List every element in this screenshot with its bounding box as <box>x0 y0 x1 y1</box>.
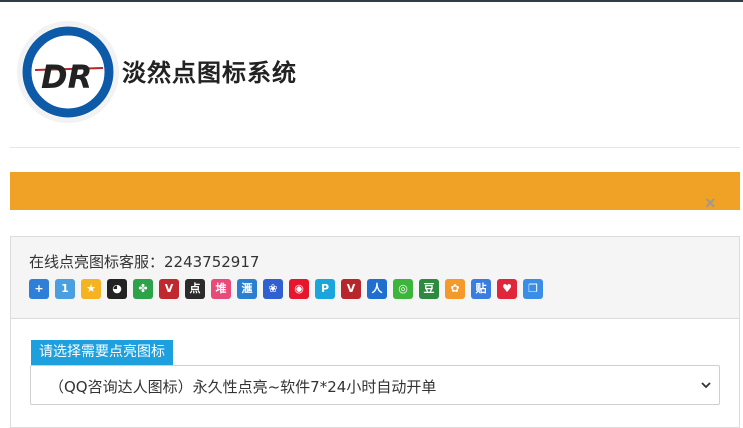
site-logo[interactable]: DR <box>16 20 120 124</box>
red-v2-icon[interactable]: V <box>341 279 361 299</box>
select-value: （QQ咨询达人图标）永久性点亮~软件7*24小时自动开单 <box>49 378 437 396</box>
p-icon[interactable]: P <box>315 279 335 299</box>
logo-text-d: DR <box>41 58 92 96</box>
weibo-icon[interactable]: ◉ <box>289 279 309 299</box>
notice-banner <box>10 172 740 210</box>
qq-vip-star-icon[interactable]: ★ <box>81 279 101 299</box>
select-label: 请选择需要点亮图标 <box>31 340 173 365</box>
baidu-paw-icon[interactable]: ❀ <box>263 279 283 299</box>
panel-header: 在线点亮图标客服：2243752917 +1 ★ ◕ ✤ V 点堆滙 ❀ ◉ P V 人 ◎ 豆 ✿ 贴 ♥ ❐ <box>11 237 739 319</box>
tieba-icon[interactable]: 贴 <box>471 279 491 299</box>
douban-icon[interactable]: 豆 <box>419 279 439 299</box>
qq-member-icon[interactable]: + <box>29 279 49 299</box>
customer-service-text: 在线点亮图标客服：2243752917 <box>29 253 260 271</box>
qq-level-icon[interactable]: 1 <box>55 279 75 299</box>
wechat-icon[interactable]: ◎ <box>393 279 413 299</box>
dian-icon[interactable]: 点 <box>185 279 205 299</box>
site-header: DR 淡然点图标系统 <box>10 2 740 148</box>
chevron-down-icon <box>701 382 711 389</box>
copy-icon[interactable]: ❐ <box>523 279 543 299</box>
banner-close-button[interactable]: × <box>705 194 716 212</box>
dui-icon[interactable]: 堆 <box>211 279 231 299</box>
order-panel: 在线点亮图标客服：2243752917 +1 ★ ◕ ✤ V 点堆滙 ❀ ◉ P V 人 ◎ 豆 ✿ 贴 ♥ ❐… <box>10 236 740 428</box>
red-v-icon[interactable]: V <box>159 279 179 299</box>
hui-icon[interactable]: 滙 <box>237 279 257 299</box>
ren-icon[interactable]: 人 <box>367 279 387 299</box>
qq-penguin-icon[interactable]: ◕ <box>107 279 127 299</box>
heart-icon[interactable]: ♥ <box>497 279 517 299</box>
icon-select[interactable]: （QQ咨询达人图标）永久性点亮~软件7*24小时自动开单 <box>30 365 720 405</box>
site-title: 淡然点图标系统 <box>122 59 297 87</box>
clover-icon[interactable]: ✤ <box>133 279 153 299</box>
flower-icon[interactable]: ✿ <box>445 279 465 299</box>
